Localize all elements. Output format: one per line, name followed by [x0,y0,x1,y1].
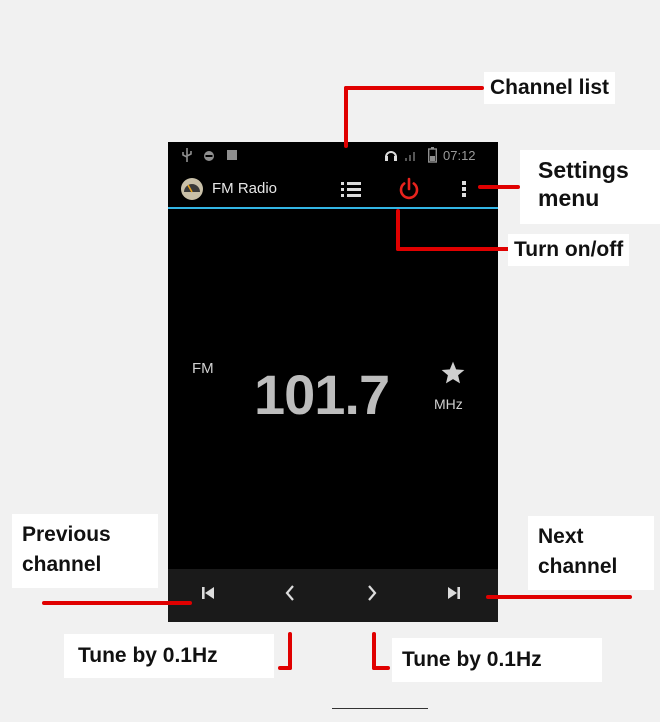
callout-settings-menu-line1: Settings [538,157,629,183]
callout-line [396,209,400,251]
callout-line [486,595,632,599]
power-icon[interactable] [396,176,422,202]
app-title: FM Radio [212,180,278,197]
callout-next-channel: Next channel [528,516,654,590]
callout-line [344,86,484,90]
callout-line [478,185,520,189]
callout-line [372,666,390,670]
tune-down-icon [283,584,297,607]
control-bar [168,569,498,622]
callout-previous-channel-line1: Previous [22,523,111,546]
callout-turn-on-off-text: Turn on/off [514,238,624,261]
frequency-value: 101.7 [254,363,390,426]
callout-line [278,666,292,670]
phone-screen: 07:12 FM Radio FM 101.7 MHz [168,142,498,622]
voicemail-icon [202,149,216,161]
callout-settings-menu-line2: menu [538,185,600,211]
tune-up-button[interactable] [342,569,402,622]
callout-channel-list-text: Channel list [490,76,610,99]
tune-up-icon [365,584,379,607]
battery-icon [427,147,437,163]
callout-previous-channel-line2: channel [22,553,102,576]
callout-line [396,247,512,251]
callout-tune-left: Tune by 0.1Hz [64,634,274,678]
callout-line [344,86,348,148]
tuner-display: FM 101.7 MHz [168,209,498,569]
callout-line [42,601,192,605]
tune-down-button[interactable] [260,569,320,622]
status-bar: 07:12 [168,142,498,170]
status-time: 07:12 [443,148,476,163]
headset-icon [384,148,398,162]
callout-settings-menu: Settings menu [520,150,660,224]
callout-line [372,632,376,670]
callout-channel-list: Channel list [484,72,616,104]
overflow-menu-icon[interactable] [454,177,474,201]
notification-icon [227,150,237,160]
next-channel-icon [446,586,462,605]
prev-channel-icon [200,586,216,605]
callout-turn-on-off: Turn on/off [508,234,630,266]
callout-next-channel-line2: channel [538,555,618,578]
callout-next-channel-line1: Next [538,525,584,548]
callout-previous-channel: Previous channel [12,514,158,588]
usb-icon [180,147,194,163]
band-label: FM [192,360,214,377]
action-bar: FM Radio [168,170,498,208]
radio-app-icon [180,177,204,201]
footer-divider [332,708,428,709]
callout-tune-left-text: Tune by 0.1Hz [78,644,218,667]
next-channel-button[interactable] [424,569,484,622]
callout-tune-right-text: Tune by 0.1Hz [402,648,542,671]
callout-tune-right: Tune by 0.1Hz [392,638,602,682]
callout-line [288,632,292,670]
star-icon[interactable] [440,360,466,386]
signal-icon [404,148,418,162]
channel-list-icon[interactable] [338,177,364,201]
prev-channel-button[interactable] [178,569,238,622]
frequency-unit: MHz [434,396,463,412]
